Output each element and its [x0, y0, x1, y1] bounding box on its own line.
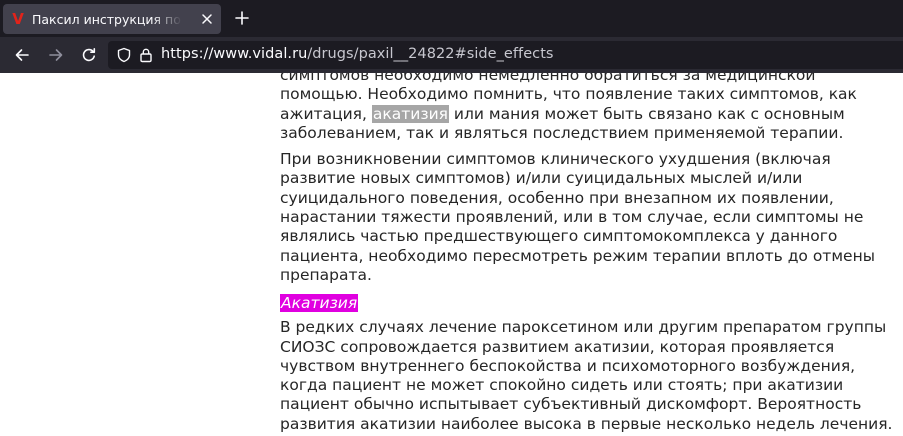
tab-vidal-paxil[interactable]: V Паксил инструкция по применению: [3, 4, 221, 34]
article-content: симптомов необходимо немедленно обратить…: [280, 73, 903, 436]
text-line: симптомов необходимо немедленно обратить…: [280, 73, 816, 84]
lock-icon[interactable]: [138, 47, 154, 67]
text-line: В редких случаях лечение пароксетином ил…: [280, 318, 887, 337]
url-path: /drugs/paxil__24822#side_effects: [307, 46, 554, 62]
url-text[interactable]: https://www.vidal.ru/drugs/paxil__24822#…: [161, 46, 554, 62]
url-host: https://www.vidal.ru: [161, 46, 308, 62]
tab-title: Паксил инструкция по применению: [32, 11, 182, 27]
text-fragment: ажитация,: [280, 104, 372, 123]
vidal-favicon-icon: V: [12, 10, 24, 28]
text-line: развитие новых симптомов) и/или суицидал…: [280, 169, 803, 188]
paragraph-suicidality-warning: симптомов необходимо немедленно обратить…: [280, 73, 903, 143]
text-line: развития акатизии наиболее высока в перв…: [280, 414, 893, 433]
text-line: препарата.: [280, 265, 372, 284]
text-line: нарастании тяжести проявлений, или в том…: [280, 208, 864, 227]
text-line: помощью. Необходимо помнить, что появлен…: [280, 85, 857, 104]
text-fragment: или мания может быть связано как с основ…: [448, 104, 845, 123]
heading-highlight: Акатизия: [280, 294, 359, 313]
text-line: пациент обычно испытывает субъективный д…: [280, 395, 862, 414]
arrow-left-icon[interactable]: [11, 44, 33, 66]
section-heading-akathisia: Акатизия: [280, 293, 359, 313]
text-line: суицидального поведения, особенно при вн…: [280, 188, 834, 207]
text-line: При возникновении симптомов клинического…: [280, 150, 831, 169]
arrow-right-icon[interactable]: [45, 44, 67, 66]
search-highlight: акатизия: [371, 104, 449, 123]
address-bar[interactable]: https://www.vidal.ru/drugs/paxil__24822#…: [108, 41, 903, 69]
text-line: ажитация, акатизия или мания может быть …: [280, 104, 903, 124]
plus-icon[interactable]: [231, 7, 253, 29]
navigation-toolbar: https://www.vidal.ru/drugs/paxil__24822#…: [0, 37, 903, 73]
paragraph-akathisia: В редких случаях лечение пароксетином ил…: [280, 318, 903, 434]
paragraph-clinical-worsening: При возникновении симптомов клинического…: [280, 150, 903, 285]
text-line: СИОЗС сопровождается развитием акатизии,…: [280, 337, 835, 356]
text-line: пациента, необходимо пересмотреть режим …: [280, 246, 875, 265]
tab-bar: V Паксил инструкция по применению: [0, 0, 903, 37]
tracking-protection-shield-icon[interactable]: [116, 47, 132, 67]
close-icon[interactable]: [199, 11, 215, 27]
text-line: когда пациент не может спокойно сидеть и…: [280, 376, 844, 395]
reload-icon[interactable]: [78, 44, 100, 66]
text-line: заболеванием, так и являться последствие…: [280, 123, 844, 142]
text-line: являлись частью предшествующего симптомо…: [280, 227, 838, 246]
text-line: чувством внутреннего беспокойства и псих…: [280, 356, 856, 375]
